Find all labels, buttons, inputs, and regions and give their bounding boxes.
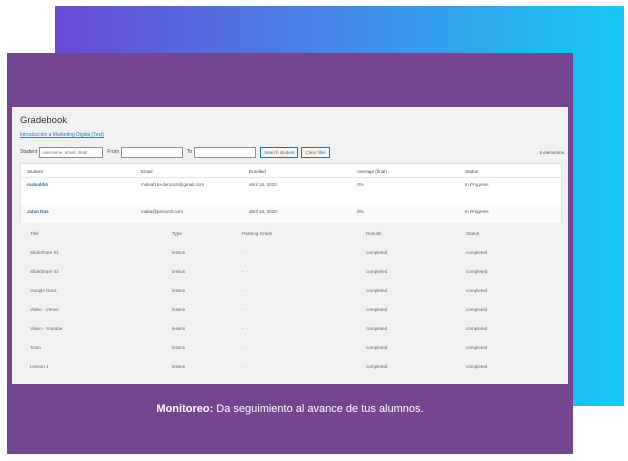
student-average: 0% bbox=[357, 209, 364, 214]
lesson-results: completed bbox=[366, 288, 388, 293]
lesson-results: completed bbox=[366, 364, 388, 369]
lesson-title: Google Docs bbox=[30, 288, 57, 293]
lesson-status: completed bbox=[466, 288, 488, 293]
feature-caption: Monitoreo: Da seguimiento al avance de t… bbox=[7, 403, 573, 415]
caption-text: Da seguimiento al avance de tus alumnos. bbox=[213, 403, 424, 415]
lesson-type: lesson bbox=[172, 250, 186, 255]
lesson-passing-grade: - bbox=[242, 345, 244, 350]
lesson-status: completed bbox=[466, 364, 488, 369]
student-status: In Progress bbox=[465, 209, 489, 214]
to-date-input[interactable] bbox=[194, 146, 257, 158]
student-link[interactable]: malvaldi6 bbox=[27, 182, 48, 187]
lesson-title: Lesson 1 bbox=[30, 364, 49, 369]
items-count: 5 elementos bbox=[539, 149, 564, 155]
lesson-results: completed bbox=[366, 326, 388, 331]
lessons-table: Title Type Passing Grade Results Status … bbox=[20, 227, 562, 384]
lesson-type: lesson bbox=[172, 288, 186, 293]
lesson-status: completed bbox=[466, 250, 488, 255]
lesson-title: Texto bbox=[30, 345, 41, 350]
lesson-passing-grade: - bbox=[242, 288, 244, 293]
students-table: Student Email Enrolled Average (final) S… bbox=[20, 163, 562, 223]
col-title: Title bbox=[30, 231, 39, 236]
lesson-status: completed bbox=[466, 345, 488, 350]
col-status: Status bbox=[466, 231, 480, 236]
lesson-passing-grade: - bbox=[242, 250, 244, 255]
lesson-type: lesson bbox=[172, 307, 186, 312]
lesson-passing-grade: - bbox=[242, 364, 244, 369]
caption-bold: Monitoreo: bbox=[156, 403, 214, 415]
to-date-label: To bbox=[186, 149, 193, 155]
lesson-type: lesson bbox=[172, 345, 186, 350]
student-link[interactable]: Jalan Doe bbox=[27, 209, 49, 214]
lesson-results: completed bbox=[366, 250, 388, 255]
lesson-passing-grade: - bbox=[242, 326, 244, 331]
col-status[interactable]: Status bbox=[465, 169, 478, 174]
gradebook-screenshot: Gradebook Introducción a Marketing Digit… bbox=[12, 107, 568, 384]
table-row: Jalan Doe maka@peruvnil.com abril 16, 20… bbox=[21, 205, 561, 223]
student-enrolled: abril 16, 2020 bbox=[249, 209, 277, 214]
lesson-type: lesson bbox=[172, 364, 186, 369]
col-results: Results bbox=[366, 231, 382, 236]
lesson-passing-grade: - bbox=[242, 269, 244, 274]
page-title: Gradebook bbox=[20, 115, 68, 126]
lesson-results: completed bbox=[366, 269, 388, 274]
student-email: malval16+demo16@gmail.com bbox=[141, 182, 205, 187]
lesson-status: completed bbox=[466, 307, 488, 312]
lesson-type: lesson bbox=[172, 326, 186, 331]
student-email: maka@peruvnil.com bbox=[141, 209, 183, 214]
from-date-label: From bbox=[107, 149, 119, 155]
lesson-status: completed bbox=[466, 326, 488, 331]
col-enrolled[interactable]: Enrolled bbox=[249, 169, 266, 174]
col-passing-grade: Passing Grade bbox=[242, 231, 273, 236]
course-link[interactable]: Introducción a Marketing Digital (Test) bbox=[20, 132, 104, 138]
student-filter-label: Student bbox=[20, 149, 38, 155]
header-divider bbox=[21, 177, 561, 178]
from-date-input[interactable] bbox=[120, 146, 183, 158]
filter-bar: Student From To Search student Clear fil… bbox=[20, 146, 564, 158]
lesson-passing-grade: - bbox=[242, 307, 244, 312]
lesson-title: Video - Vimeo bbox=[30, 307, 59, 312]
lesson-title: Video - Youtube bbox=[30, 326, 63, 331]
lesson-status: completed bbox=[466, 269, 488, 274]
col-student[interactable]: Student bbox=[27, 169, 43, 174]
col-type: Type bbox=[172, 231, 182, 236]
student-enrolled: abril 16, 2020 bbox=[249, 182, 277, 187]
lesson-title: SlideShare 02 bbox=[30, 269, 59, 274]
lesson-results: completed bbox=[366, 307, 388, 312]
col-average[interactable]: Average (final) bbox=[357, 169, 387, 174]
lesson-results: completed bbox=[366, 345, 388, 350]
student-average: 0% bbox=[357, 182, 364, 187]
student-status: In Progress bbox=[465, 182, 489, 187]
col-email[interactable]: Email bbox=[141, 169, 153, 174]
search-student-button[interactable]: Search student bbox=[260, 146, 299, 158]
student-search-input[interactable] bbox=[39, 146, 104, 158]
clear-filter-button[interactable]: Clear filter bbox=[301, 146, 330, 158]
lesson-title: SlideShare 01 bbox=[30, 250, 59, 255]
lesson-type: lesson bbox=[172, 269, 186, 274]
